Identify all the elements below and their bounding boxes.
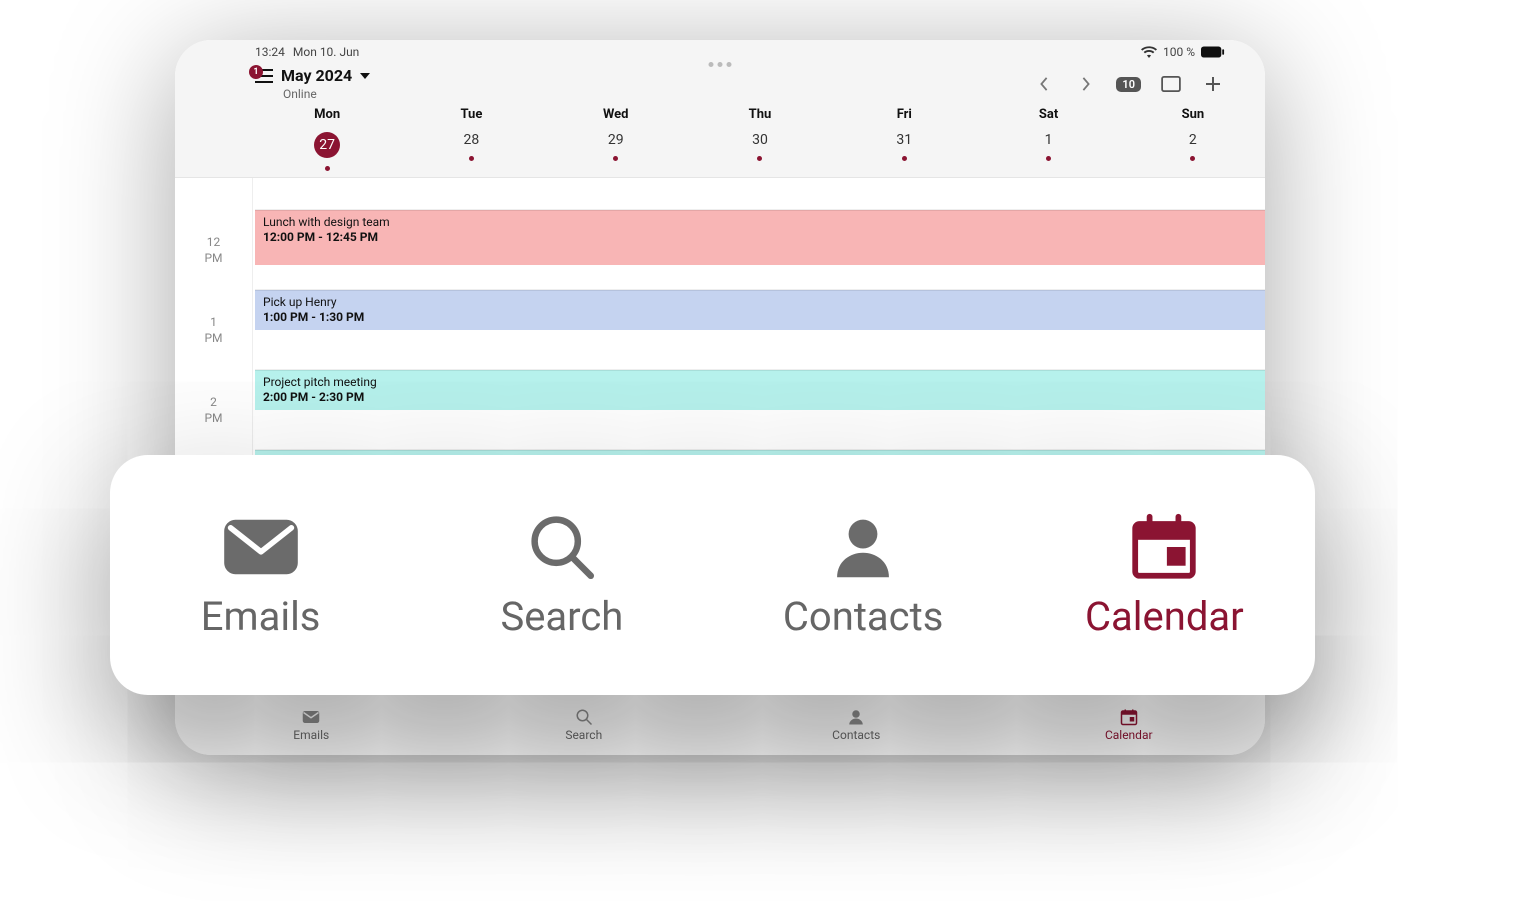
header-title[interactable]: May 2024	[281, 66, 352, 85]
search-icon	[522, 511, 602, 583]
hour-row: Lunch with design team 12:00 PM - 12:45 …	[255, 210, 1265, 290]
status-bar: 13:24 Mon 10. Jun 100 %	[175, 40, 1265, 64]
person-icon	[847, 708, 865, 726]
hour-label: 2PM	[175, 370, 253, 450]
person-icon	[823, 511, 903, 583]
nav-calendar[interactable]: Calendar	[993, 694, 1266, 755]
event-dot-icon	[757, 156, 762, 161]
event-block[interactable]: Pick up Henry 1:00 PM - 1:30 PM	[255, 290, 1265, 330]
enlarged-nav-overlay: Emails Search Contacts Calendar	[110, 455, 1315, 695]
view-toggle-button[interactable]	[1159, 72, 1183, 96]
nav-emails[interactable]: Emails	[175, 694, 448, 755]
nav-emails[interactable]: Emails	[201, 511, 321, 640]
nav-calendar[interactable]: Calendar	[1085, 511, 1244, 640]
drag-handle-icon	[709, 62, 732, 67]
event-block[interactable]: Project pitch meeting 2:00 PM - 2:30 PM	[255, 370, 1265, 410]
nav-search[interactable]: Search	[500, 511, 623, 640]
menu-badge: 1	[249, 65, 263, 79]
battery-percent: 100 %	[1163, 45, 1195, 59]
mail-icon	[302, 708, 320, 726]
status-time: 13:24	[255, 45, 285, 59]
event-dot-icon	[1046, 156, 1051, 161]
status-date: Mon 10. Jun	[293, 45, 359, 59]
prev-button[interactable]	[1032, 72, 1056, 96]
day-col-mon[interactable]: Mon 27	[255, 107, 399, 171]
hour-label-spacer	[175, 178, 253, 210]
day-col-sun[interactable]: Sun 2	[1121, 107, 1265, 171]
count-pill[interactable]: 10	[1116, 77, 1141, 92]
event-dot-icon	[613, 156, 618, 161]
header-subtitle: Online	[283, 87, 370, 101]
search-icon	[575, 708, 593, 726]
wifi-icon	[1141, 46, 1157, 58]
nav-contacts[interactable]: Contacts	[783, 511, 943, 640]
day-col-sat[interactable]: Sat 1	[976, 107, 1120, 171]
event-dot-icon	[1190, 156, 1195, 161]
day-col-fri[interactable]: Fri 31	[832, 107, 976, 171]
battery-icon	[1201, 46, 1225, 58]
hour-label: 12PM	[175, 210, 253, 290]
add-button[interactable]	[1201, 72, 1225, 96]
day-col-tue[interactable]: Tue 28	[399, 107, 543, 171]
event-dot-icon	[325, 166, 330, 171]
calendar-icon	[1124, 511, 1204, 583]
event-dot-icon	[469, 156, 474, 161]
calendar-icon	[1120, 708, 1138, 726]
app-header: 1 May 2024 Online 10	[175, 64, 1265, 101]
event-dot-icon	[902, 156, 907, 161]
days-header: Mon 27 Tue 28 Wed 29 Thu 30 Fri 31 Sat 1	[175, 101, 1265, 178]
nav-contacts[interactable]: Contacts	[720, 694, 993, 755]
next-button[interactable]	[1074, 72, 1098, 96]
day-col-wed[interactable]: Wed 29	[544, 107, 688, 171]
dropdown-caret-icon[interactable]	[360, 73, 370, 79]
day-col-thu[interactable]: Thu 30	[688, 107, 832, 171]
nav-search[interactable]: Search	[448, 694, 721, 755]
event-block[interactable]: Lunch with design team 12:00 PM - 12:45 …	[255, 210, 1265, 265]
hour-row: Project pitch meeting 2:00 PM - 2:30 PM	[255, 370, 1265, 450]
device-bottom-nav: Emails Search Contacts Calendar	[175, 693, 1265, 755]
menu-icon[interactable]: 1	[255, 69, 273, 83]
hour-label: 1PM	[175, 290, 253, 370]
hour-row	[255, 178, 1265, 210]
mail-icon	[221, 511, 301, 583]
hour-row: Pick up Henry 1:00 PM - 1:30 PM	[255, 290, 1265, 370]
